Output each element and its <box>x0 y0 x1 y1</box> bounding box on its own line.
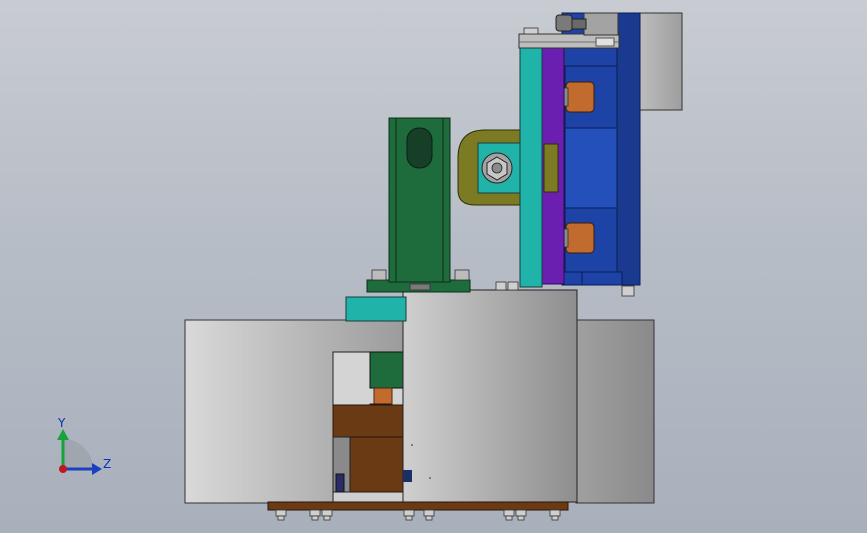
axes-triad: Y Z <box>57 416 111 475</box>
flange-bolt-right <box>454 269 470 281</box>
y-axis-label: Y <box>57 416 66 430</box>
flange-bolt-left <box>371 269 387 281</box>
teal-spacer <box>345 296 407 322</box>
teal-upright-plate <box>519 47 543 288</box>
copper-pin <box>373 387 393 405</box>
assembly-drawing: Y Z <box>57 12 683 521</box>
bronze-block-lower <box>349 436 404 493</box>
roller-upper-icon <box>565 81 595 113</box>
top-rail <box>518 33 620 49</box>
cutout-window <box>332 351 404 503</box>
roller-lower-icon <box>565 222 595 254</box>
green-cylinder <box>366 117 471 293</box>
center-steel-block <box>402 289 578 503</box>
grey-cover-plate <box>638 12 683 111</box>
bottom-bolts <box>275 509 561 521</box>
bronze-block-upper <box>332 404 404 438</box>
x-axis-origin-icon <box>59 465 67 473</box>
z-axis-label: Z <box>103 457 111 471</box>
lower-steel-block-right <box>575 319 655 504</box>
purple-plate <box>539 47 565 285</box>
bronze-base-plate <box>267 501 569 511</box>
sensor-connector-icon <box>555 14 573 32</box>
cad-viewport[interactable]: Y Z <box>0 0 867 533</box>
green-piston-rod-end <box>369 351 404 389</box>
